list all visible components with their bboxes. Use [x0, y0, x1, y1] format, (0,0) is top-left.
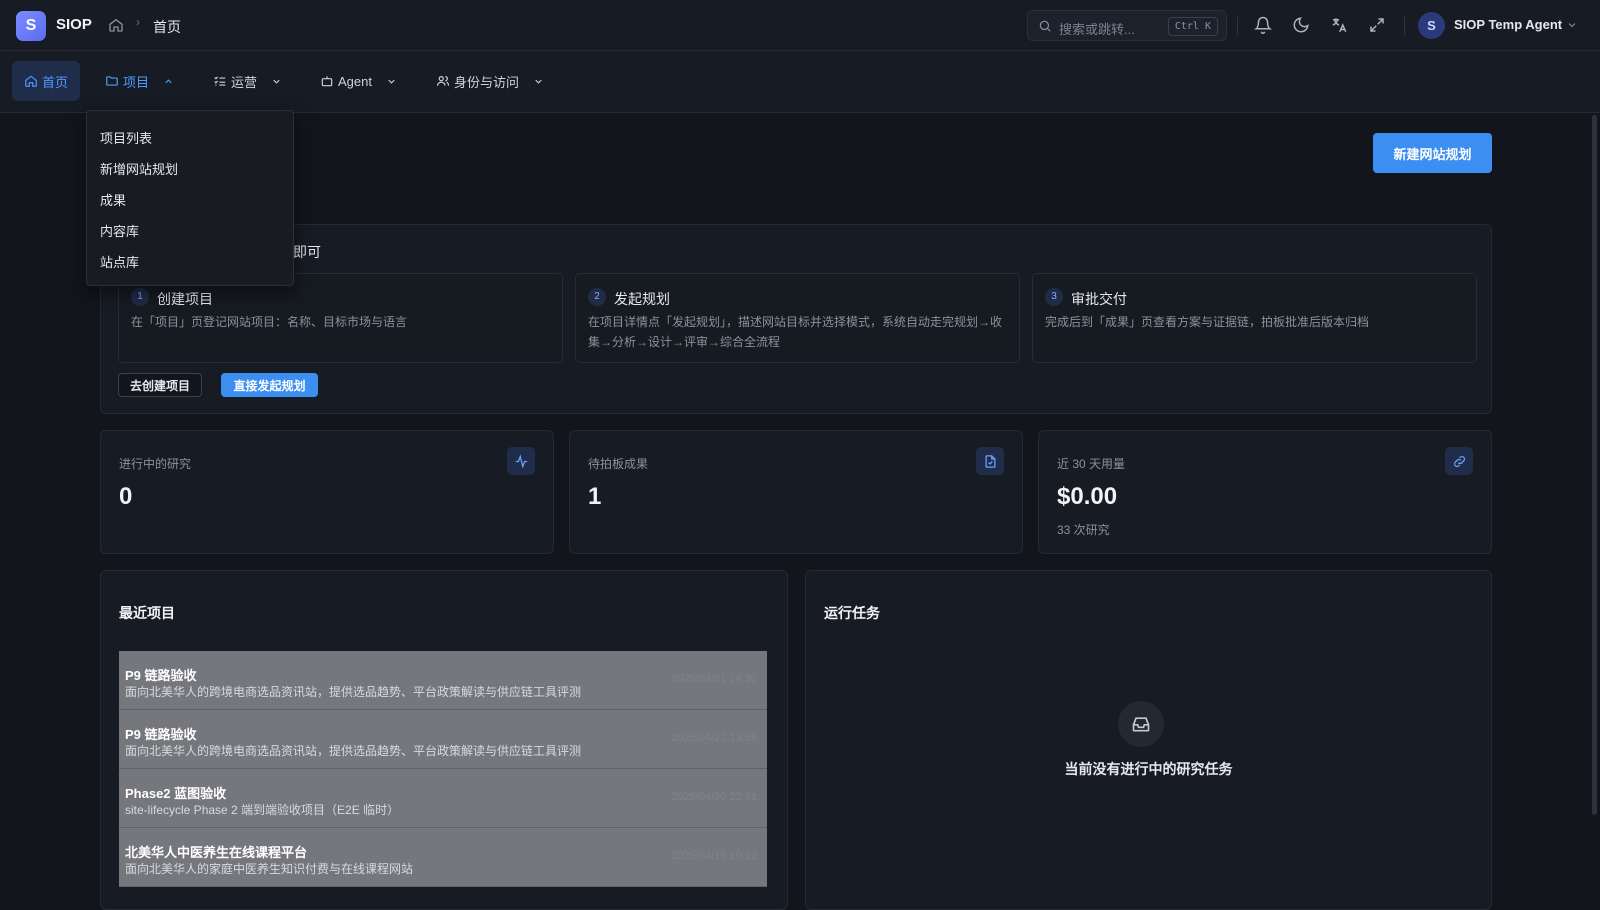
guide-title: 即可	[293, 244, 321, 260]
chevron-down-icon	[535, 79, 542, 84]
nav-agent[interactable]: Agent	[320, 61, 397, 101]
link-icon	[1445, 447, 1473, 475]
stat-label: 待拍板成果	[588, 457, 649, 471]
stat-sub: 33 次研究	[1057, 523, 1110, 537]
list-item[interactable]: Phase2 蓝图验收 site-lifecycle Phase 2 端到端验收…	[119, 769, 767, 828]
search-icon	[1039, 20, 1051, 32]
stat-card-pending-approval: 待拍板成果 1	[569, 430, 1023, 554]
nav-label: 运营	[231, 74, 258, 90]
page-scrollbar[interactable]	[1592, 115, 1597, 815]
menu-item-project-list[interactable]: 项目列表	[100, 128, 152, 147]
translate-icon[interactable]	[1330, 16, 1348, 34]
project-date: 2025/04/20 22:41	[671, 791, 757, 803]
stat-value: 0	[119, 483, 133, 510]
file-check-icon	[976, 447, 1004, 475]
chevron-up-icon	[165, 78, 172, 83]
stat-label: 近 30 天用量	[1057, 457, 1126, 471]
chevron-down-icon	[273, 79, 280, 84]
chevron-right-icon: ›	[136, 15, 140, 29]
app-logo[interactable]: S	[16, 11, 46, 41]
moon-icon[interactable]	[1292, 16, 1310, 34]
bell-icon[interactable]	[1254, 16, 1272, 34]
empty-state-text: 当前没有进行中的研究任务	[1064, 761, 1233, 777]
panel-title: 最近项目	[119, 605, 175, 621]
project-list: P9 链路验收 面向北美华人的跨境电商选品资讯站，提供选品趋势、平台政策解读与供…	[119, 651, 767, 887]
activity-icon	[507, 447, 535, 475]
home-icon[interactable]	[108, 17, 124, 33]
project-name: P9 链路验收	[125, 668, 197, 683]
project-date: 2025/04/19 10:12	[671, 850, 757, 862]
stat-card-active-research: 进行中的研究 0	[100, 430, 554, 554]
user-name[interactable]: SIOP Temp Agent	[1454, 17, 1562, 32]
start-plan-button[interactable]: 直接发起规划	[221, 373, 318, 397]
project-name: P9 链路验收	[125, 727, 197, 742]
nav-operations[interactable]: 运营	[213, 61, 282, 101]
projects-dropdown-menu: 项目列表 新增网站规划 成果 内容库 站点库	[86, 110, 294, 286]
nav-home[interactable]: 首页	[12, 61, 81, 101]
chevron-down-icon	[388, 79, 395, 84]
step-desc: 在项目详情点「发起规划」，描述网站目标并选择模式，系统自动走完规划→收集→分析→…	[588, 315, 1003, 349]
stat-value: $0.00	[1057, 483, 1118, 510]
panel-title: 运行任务	[824, 605, 880, 621]
stat-label: 进行中的研究	[119, 457, 192, 471]
nav-label: 项目	[123, 74, 150, 90]
divider	[1237, 17, 1238, 35]
nav-label: 首页	[42, 74, 69, 90]
users-icon	[436, 76, 450, 86]
project-desc: 面向北美华人的家庭中医养生知识付费与在线课程网站	[125, 862, 414, 876]
step-card: 1 创建项目 在「项目」页登记网站项目：名称、目标市场与语言	[118, 273, 563, 363]
stat-card-usage: 近 30 天用量 $0.00 33 次研究	[1038, 430, 1492, 554]
step-card: 3 审批交付 完成后到「成果」页查看方案与证据链，拍板批准后版本归档	[1032, 273, 1477, 363]
divider	[1404, 17, 1405, 35]
step-desc: 完成后到「成果」页查看方案与证据链，拍板批准后版本归档	[1045, 315, 1370, 329]
fullscreen-icon[interactable]	[1368, 16, 1386, 34]
avatar[interactable]: S	[1418, 12, 1445, 39]
nav-identity-access[interactable]: 身份与访问	[436, 61, 544, 101]
getting-started-card: 即可 1 创建项目 在「项目」页登记网站项目：名称、目标市场与语言 2 发起规划…	[100, 224, 1492, 414]
step-title: 创建项目	[157, 291, 213, 307]
app-name[interactable]: SIOP	[56, 16, 92, 33]
bot-icon	[321, 76, 333, 87]
menu-item-new-site-plan[interactable]: 新增网站规划	[100, 159, 178, 178]
step-number: 1	[131, 288, 149, 306]
chevron-down-icon[interactable]	[1566, 19, 1578, 31]
step-number: 2	[588, 288, 606, 306]
recent-projects-panel: 最近项目 P9 链路验收 面向北美华人的跨境电商选品资讯站，提供选品趋势、平台政…	[100, 570, 788, 910]
breadcrumb-current: 首页	[153, 19, 181, 35]
menu-item-deliverables[interactable]: 成果	[100, 190, 126, 209]
nav-label: 身份与访问	[454, 74, 520, 90]
search-shortcut: Ctrl K	[1167, 17, 1218, 36]
inbox-icon	[1118, 701, 1164, 747]
new-site-plan-button[interactable]: 新建网站规划	[1373, 133, 1492, 173]
project-desc: 面向北美华人的跨境电商选品资讯站，提供选品趋势、平台政策解读与供应链工具评测	[125, 685, 582, 699]
menu-item-site-library[interactable]: 站点库	[100, 252, 139, 271]
project-date: 2025/04/21 13:58	[671, 732, 757, 744]
project-name: 北美华人中医养生在线课程平台	[125, 845, 308, 860]
step-title: 发起规划	[614, 291, 670, 307]
nav-label: Agent	[338, 73, 372, 89]
project-desc: site-lifecycle Phase 2 端到端验收项目（E2E 临时）	[125, 803, 400, 817]
step-title: 审批交付	[1071, 291, 1127, 307]
step-number: 3	[1045, 288, 1063, 306]
create-project-button[interactable]: 去创建项目	[118, 373, 202, 397]
project-date: 2025/04/21 14:20	[671, 673, 757, 685]
search-placeholder: 搜索或跳转...	[1059, 22, 1135, 37]
top-bar: S SIOP › 首页 搜索或跳转... Ctrl K S SIOP Temp …	[0, 0, 1600, 51]
search-input[interactable]: 搜索或跳转... Ctrl K	[1027, 10, 1227, 41]
home-icon	[25, 75, 37, 87]
folder-icon	[106, 76, 118, 86]
project-desc: 面向北美华人的跨境电商选品资讯站，提供选品趋势、平台政策解读与供应链工具评测	[125, 744, 582, 758]
stat-value: 1	[588, 483, 602, 510]
step-desc: 在「项目」页登记网站项目：名称、目标市场与语言	[131, 315, 408, 329]
list-check-icon	[214, 76, 226, 86]
running-tasks-panel: 运行任务 当前没有进行中的研究任务	[805, 570, 1492, 910]
nav-projects[interactable]: 项目	[105, 61, 174, 101]
menu-item-content-library[interactable]: 内容库	[100, 221, 139, 240]
list-item[interactable]: P9 链路验收 面向北美华人的跨境电商选品资讯站，提供选品趋势、平台政策解读与供…	[119, 710, 767, 769]
project-name: Phase2 蓝图验收	[125, 786, 227, 801]
step-card: 2 发起规划 在项目详情点「发起规划」，描述网站目标并选择模式，系统自动走完规划…	[575, 273, 1020, 363]
main-nav: 首页 项目 运营 Agent 身份与访问	[0, 51, 1600, 113]
list-item[interactable]: P9 链路验收 面向北美华人的跨境电商选品资讯站，提供选品趋势、平台政策解读与供…	[119, 651, 767, 710]
list-item[interactable]: 北美华人中医养生在线课程平台 面向北美华人的家庭中医养生知识付费与在线课程网站 …	[119, 828, 767, 887]
